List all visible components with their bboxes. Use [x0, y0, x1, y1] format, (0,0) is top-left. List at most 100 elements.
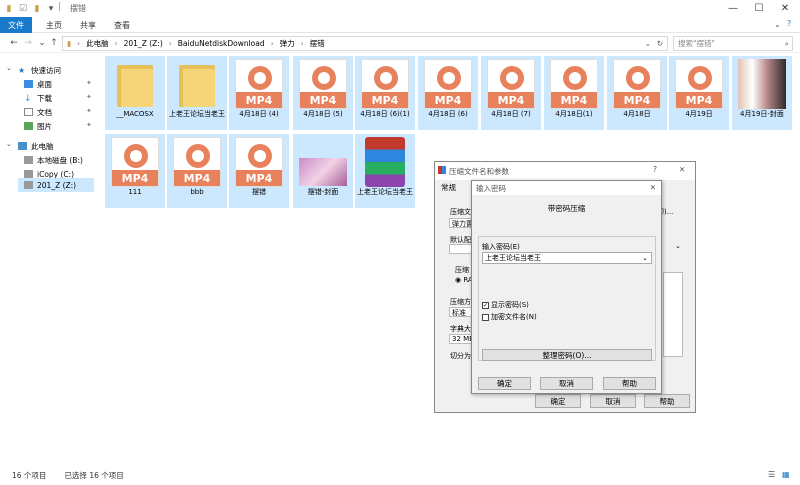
help-button[interactable]: 帮助	[644, 394, 690, 408]
breadcrumb-item[interactable]: BaiduNetdiskDownload	[178, 39, 265, 48]
file-item-video[interactable]: MP4 4月19日	[669, 56, 729, 130]
folder-icon	[111, 59, 159, 109]
video-file-icon: MP4	[613, 59, 661, 109]
file-item-video[interactable]: MP4 4月18日 (6)(1)	[355, 56, 415, 130]
chevron-down-icon[interactable]: ⌄	[645, 39, 651, 48]
address-bar[interactable]: ▮ › 此电脑 › 201_Z (Z:) › BaiduNetdiskDownl…	[62, 36, 668, 51]
download-icon: ↓	[24, 94, 32, 104]
video-file-icon: MP4	[487, 59, 535, 109]
dialog-title: 输入密码	[476, 183, 506, 193]
customize-toolbar-icon[interactable]: ▾	[45, 2, 57, 15]
sidebar-item-label: 快速访问	[31, 65, 61, 75]
sidebar-item-label: 201_Z (Z:)	[37, 180, 77, 190]
details-view-icon[interactable]: ☰	[768, 470, 775, 479]
up-arrow-icon[interactable]: ↑	[48, 36, 60, 50]
file-item-image[interactable]: 4月19日-封面	[732, 56, 792, 130]
status-bar: 16 个项目 已选择 16 个项目 ☰ ▦	[0, 466, 800, 485]
forward-arrow-icon[interactable]: →	[22, 36, 34, 50]
password-input[interactable]: 上老王论坛当老王 ⌄	[482, 252, 652, 264]
file-item-video[interactable]: MP4 4月18日 (7)	[481, 56, 541, 130]
ok-button[interactable]: 确定	[535, 394, 581, 408]
breadcrumb-item[interactable]: 弹力	[280, 38, 295, 49]
password-label: 输入密码(E)	[482, 243, 520, 251]
pin-icon: ✦	[86, 93, 92, 101]
new-folder-icon[interactable]: ▮	[31, 2, 43, 15]
sidebar-item-drive-b[interactable]: 本地磁盘 (B:)	[24, 154, 83, 166]
large-icons-view-icon[interactable]: ▦	[782, 470, 790, 479]
file-item-video[interactable]: MP4 4月18日	[607, 56, 667, 130]
sidebar-item-drive-z[interactable]: 201_Z (Z:)	[18, 178, 94, 192]
tab-file[interactable]: 文件	[0, 17, 32, 33]
file-item-video[interactable]: MP4 4月18日(1)	[544, 56, 604, 130]
encrypt-filenames-checkbox[interactable]: 加密文件名(N)	[482, 312, 537, 322]
file-item-video[interactable]: MP4 4月18日 (6)	[418, 56, 478, 130]
star-icon: ★	[18, 66, 26, 75]
file-name: 4月18日	[623, 110, 651, 118]
file-item-video[interactable]: MP4 111	[105, 134, 165, 208]
video-file-icon: MP4	[299, 59, 347, 109]
recent-dropdown-icon[interactable]: ⌄	[36, 36, 48, 50]
close-icon[interactable]: ✕	[679, 165, 685, 174]
sidebar-item-documents[interactable]: 文档	[24, 106, 52, 118]
close-icon[interactable]: ✕	[772, 0, 798, 17]
minimize-icon[interactable]: —	[720, 0, 746, 17]
tab-share[interactable]: 共享	[72, 17, 104, 33]
ok-button[interactable]: 确定	[478, 377, 531, 390]
search-placeholder: 搜索"摆错"	[678, 39, 715, 48]
organize-passwords-button[interactable]: 整理密码(O)...	[482, 349, 652, 361]
sidebar-item-pictures[interactable]: 图片	[24, 120, 52, 132]
checkbox-label: 显示密码(S)	[491, 301, 529, 309]
file-item-video[interactable]: MP4 摆错	[229, 134, 289, 208]
help-button[interactable]: 帮助	[603, 377, 656, 390]
file-item-video[interactable]: MP4 4月18日 (5)	[293, 56, 353, 130]
file-item-folder[interactable]: __MACOSX	[105, 56, 165, 130]
item-count: 16 个项目	[12, 471, 47, 480]
search-icon: ⌕	[784, 38, 789, 48]
drive-icon	[24, 170, 33, 178]
sidebar-item-this-pc[interactable]: 此电脑	[18, 140, 54, 152]
maximize-icon[interactable]: ☐	[746, 0, 772, 17]
sidebar-item-downloads[interactable]: ↓ 下载	[24, 92, 52, 105]
chevron-down-icon[interactable]: ⌄	[642, 254, 648, 262]
expand-ribbon-icon[interactable]: ⌄	[774, 20, 781, 29]
sidebar-item-label: 本地磁盘 (B:)	[37, 155, 83, 165]
properties-icon[interactable]: ☑	[17, 2, 29, 15]
mp4-badge: MP4	[425, 92, 471, 108]
sidebar-item-label: 文档	[37, 107, 52, 117]
show-password-checkbox[interactable]: ✓ 显示密码(S)	[482, 300, 529, 310]
chevron-down-icon[interactable]: ⌄	[675, 242, 681, 250]
chevron-down-icon[interactable]: ⌄	[6, 64, 12, 72]
sidebar-item-quick-access[interactable]: ★ 快速访问	[18, 64, 61, 76]
chevron-down-icon[interactable]: ⌄	[6, 140, 12, 148]
file-item-folder[interactable]: 上老王论坛当老王	[167, 56, 227, 130]
help-icon[interactable]: ?	[787, 19, 791, 28]
back-arrow-icon[interactable]: ←	[8, 36, 20, 50]
breadcrumb-item[interactable]: 此电脑	[86, 38, 109, 49]
breadcrumb-item[interactable]: 201_Z (Z:)	[124, 39, 163, 48]
tab-general[interactable]: 常规	[441, 182, 456, 193]
tab-view[interactable]: 查看	[106, 17, 138, 33]
close-icon[interactable]: ✕	[650, 183, 656, 192]
dialog-heading: 带密码压缩	[547, 204, 586, 213]
tab-home[interactable]: 主页	[38, 17, 70, 33]
cancel-button[interactable]: 取消	[590, 394, 636, 408]
mp4-badge: MP4	[112, 170, 158, 186]
archive-icon	[365, 137, 405, 187]
file-item-archive[interactable]: 上老王论坛当老王	[355, 134, 415, 208]
selected-count: 已选择 16 个项目	[64, 471, 124, 480]
search-input[interactable]: 搜索"摆错" ⌕	[673, 36, 793, 51]
file-item-image[interactable]: 摆错-封面	[293, 134, 353, 208]
file-item-video[interactable]: MP4 bbb	[167, 134, 227, 208]
label-fragment: 字典大	[450, 325, 471, 333]
cancel-button[interactable]: 取消	[540, 377, 593, 390]
video-file-icon: MP4	[361, 59, 409, 109]
label-fragment: 切分为	[450, 352, 471, 360]
chevron-right-icon: ›	[270, 39, 274, 48]
help-icon[interactable]: ?	[653, 165, 657, 174]
file-item-video[interactable]: MP4 4月18日 (4)	[229, 56, 289, 130]
refresh-icon[interactable]: ↻	[657, 39, 663, 48]
sidebar-item-desktop[interactable]: 桌面	[24, 78, 52, 90]
file-name: 111	[128, 188, 142, 196]
image-thumbnail	[738, 59, 786, 109]
breadcrumb-item[interactable]: 摆错	[310, 38, 325, 49]
